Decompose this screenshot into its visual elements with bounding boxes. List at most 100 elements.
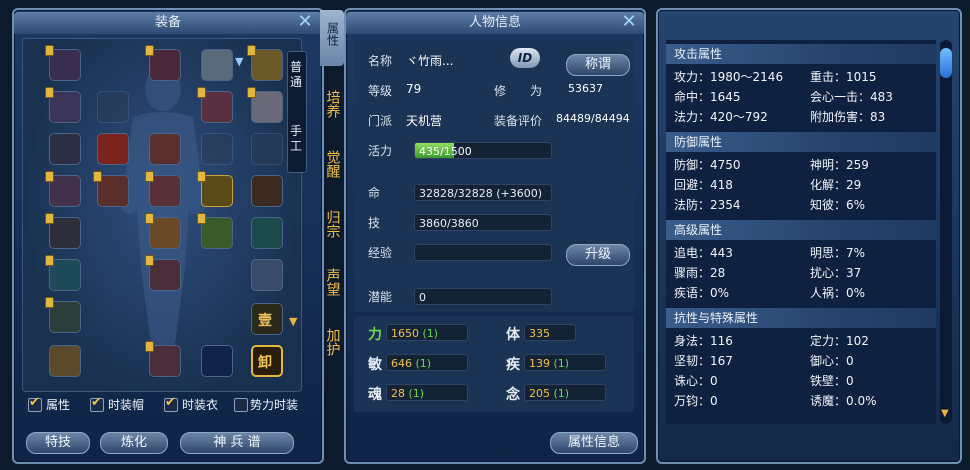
attribute-value: 防御：4750 [674, 158, 741, 172]
attribute-info-button[interactable]: 属性信息 [550, 432, 638, 454]
unequip-button[interactable]: 卸 [251, 345, 283, 377]
gem-label: 壹 [258, 313, 272, 329]
attribute-value: 扰心：37 [810, 266, 862, 280]
equip-slot-wing[interactable] [97, 133, 129, 165]
rating-value: 84489/84494 [556, 112, 630, 125]
scrollbar[interactable]: ▼ [940, 40, 952, 424]
stat-agi: 敏 [368, 357, 382, 373]
attribute-value: 攻力：1980～2146 [674, 70, 784, 84]
chevron-down-icon[interactable]: ▼ [235, 55, 243, 68]
equip-slot-scroll[interactable] [49, 345, 81, 377]
chevron-down-icon[interactable]: ▼ [289, 315, 297, 328]
lock-icon [45, 213, 54, 224]
close-icon[interactable]: ✕ [620, 13, 638, 31]
hp-label: 命 [368, 186, 381, 200]
tab-return[interactable]: 归宗 [320, 210, 344, 242]
lock-icon [197, 213, 206, 224]
levelup-button[interactable]: 升级 [566, 244, 630, 266]
lock-icon [45, 45, 54, 56]
checkbox-faction-fashion[interactable] [234, 398, 248, 412]
attribute-value: 神明：259 [810, 158, 869, 172]
stat-str: 力 [368, 327, 382, 343]
attribute-value: 铁壁：0 [810, 374, 854, 388]
tab-awaken[interactable]: 觉醒 [320, 150, 344, 182]
name-label: 名称 [368, 54, 393, 68]
chevron-down-icon[interactable]: ▼ [941, 408, 949, 419]
checkbox-attributes[interactable] [28, 395, 42, 412]
tab-reputation[interactable]: 声望 [320, 268, 344, 300]
lock-icon [45, 255, 54, 266]
equip-slot-orb[interactable] [201, 345, 233, 377]
equip-slot-pet[interactable] [251, 259, 283, 291]
refine-button[interactable]: 炼化 [100, 432, 168, 454]
attribute-value: 坚韧：167 [674, 354, 733, 368]
tab-cultivate[interactable]: 培养 [320, 90, 344, 122]
equip-slot-empty[interactable] [201, 133, 233, 165]
equip-slot-cape[interactable] [49, 133, 81, 165]
attribute-value: 骤雨：28 [674, 266, 726, 280]
attribute-value: 诛心：0 [674, 374, 718, 388]
level-value: 79 [406, 82, 422, 96]
stat-con-value: 335 [524, 324, 576, 341]
skill-label: 技 [368, 216, 381, 230]
checkbox-label: 时装衣 [182, 398, 219, 412]
equipment-title: 装备 [14, 12, 322, 34]
attribute-value: 明思：7% [810, 246, 866, 260]
attribute-value: 人祸：0% [810, 286, 866, 300]
vitality-value: 435/1500 [419, 145, 472, 158]
equip-slot-empty[interactable] [97, 91, 129, 123]
scroll-thumb[interactable] [940, 48, 952, 78]
weapon-guide-button[interactable]: 神 兵 谱 [180, 432, 294, 454]
lock-icon [247, 87, 256, 98]
title-button[interactable]: 称谓 [566, 54, 630, 76]
character-info-title: 人物信息 [346, 12, 644, 34]
attribute-value: 会心一击：483 [810, 90, 893, 104]
stat-con: 体 [506, 327, 520, 343]
stat-mind-value: 205 (1) [524, 384, 606, 401]
rating-label: 装备评价 [494, 114, 543, 128]
attributes-list: 攻击属性 攻力：1980～2146 重击：1015 命中：1645 会心一击：483 法力… [666, 40, 936, 424]
tab-normal[interactable]: 普通 [286, 60, 306, 90]
close-icon[interactable]: ✕ [296, 13, 314, 31]
equip-slot-empty[interactable] [251, 133, 283, 165]
id-badge[interactable]: ID [510, 48, 540, 68]
lock-icon [197, 171, 206, 182]
exp-field [414, 244, 552, 261]
craft-tabs: 普通 手工 [287, 51, 307, 173]
attribute-value: 法防：2354 [674, 198, 741, 212]
stat-mind: 念 [506, 387, 520, 403]
lock-icon [145, 171, 154, 182]
attribute-section-header: 高级属性 [666, 220, 936, 240]
equip-slot-gloves[interactable] [149, 133, 181, 165]
checkbox-fashion-hat[interactable] [90, 395, 104, 412]
stat-spd-value: 139 (1) [524, 354, 606, 371]
lock-icon [93, 171, 102, 182]
lock-icon [45, 87, 54, 98]
character-info-panel: 人物信息 ✕ 名称 ヾ竹雨... ID 称谓 等级 79 修 为 53637 门… [344, 8, 646, 464]
potential-field: 0 [414, 288, 552, 305]
lock-icon [45, 171, 54, 182]
attribute-value: 化解：29 [810, 178, 862, 192]
equip-slot-portrait[interactable] [251, 175, 283, 207]
tab-handmade[interactable]: 手工 [286, 124, 306, 154]
equip-slot-gem[interactable]: 壹 [251, 303, 283, 335]
cultivation-label: 修 为 [494, 84, 543, 98]
lock-icon [145, 255, 154, 266]
exp-label: 经验 [368, 246, 393, 260]
checkbox-fashion-clothes[interactable] [164, 395, 178, 412]
name-value: ヾ竹雨... [406, 54, 454, 68]
equip-slot-mount[interactable] [251, 217, 283, 249]
lock-icon [145, 45, 154, 56]
lock-icon [145, 341, 154, 352]
stunt-button[interactable]: 特技 [26, 432, 90, 454]
stat-soul: 魂 [368, 387, 382, 403]
tab-attributes[interactable]: 属性 [320, 10, 344, 66]
attribute-value: 身法：116 [674, 334, 733, 348]
lock-icon [145, 213, 154, 224]
attribute-section-header: 攻击属性 [666, 44, 936, 64]
tab-protect[interactable]: 加护 [320, 328, 344, 360]
equipment-panel: 装备 ✕ 壹 卸 ▼ ▼ 普通 手工 ✔ 属性 ✔ 时装帽 ✔ 时装衣 势力时装… [12, 8, 324, 464]
equip-slot-fashion-hat[interactable] [201, 49, 233, 81]
attribute-section-header: 抗性与特殊属性 [666, 308, 936, 328]
attribute-value: 命中：1645 [674, 90, 741, 104]
